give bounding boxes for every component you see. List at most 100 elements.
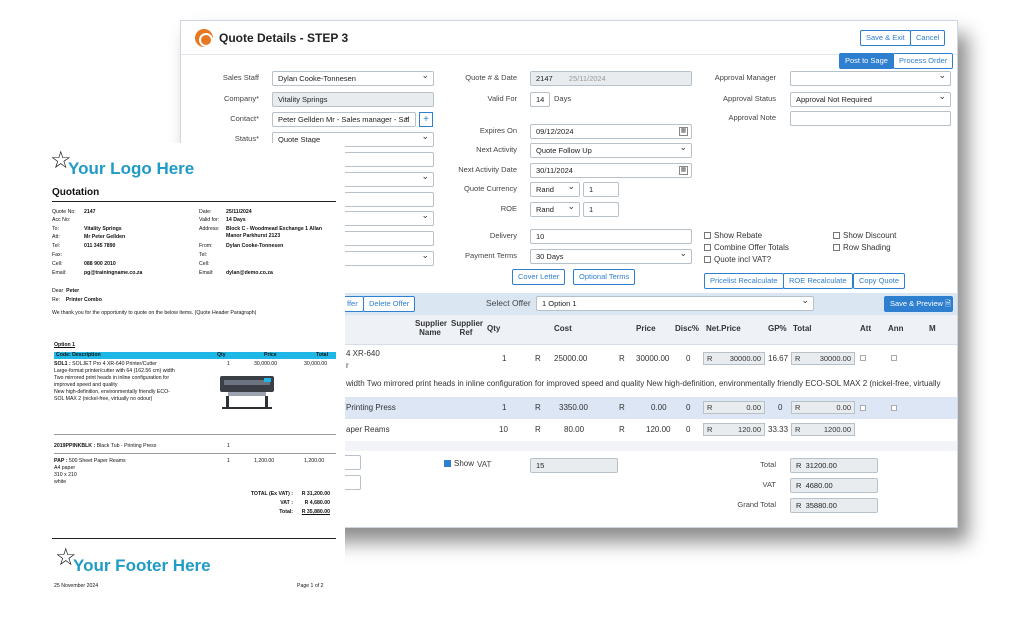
row-gp: 33.33 (768, 425, 789, 434)
document-icon: 🗎 (945, 299, 952, 308)
combine-offer-checkbox[interactable]: Combine Offer Totals (704, 243, 789, 252)
checkbox-icon[interactable] (833, 232, 840, 239)
currency-symbol: R (796, 481, 802, 490)
valid-for-label: Valid For (487, 94, 517, 103)
approval-status-select[interactable]: Approval Not Required (790, 92, 951, 107)
delete-offer-button[interactable]: Delete Offer (363, 296, 416, 312)
contact-select[interactable]: Peter Gellden Mr - Sales manager - Sal (272, 112, 416, 127)
pricelist-recalculate-button[interactable]: Pricelist Recalculate (704, 273, 784, 289)
info-label: Fax: (52, 252, 63, 258)
item-desc-line: New high-definition, environmentally fri… (54, 389, 170, 395)
show-rebate-checkbox[interactable]: Show Rebate (704, 231, 762, 240)
row-disc: 0 (686, 354, 691, 363)
item-desc-line: Large-format printer/cutter with 64 (162… (54, 368, 175, 374)
company-field[interactable]: Vitality Springs (272, 92, 434, 107)
save-preview-label: Save & Preview (890, 299, 943, 308)
attach-checkbox[interactable] (860, 405, 866, 411)
approval-manager-select[interactable] (790, 71, 951, 86)
divider (54, 453, 336, 454)
select-offer-select[interactable]: 1 Option 1 (536, 296, 814, 311)
window-header: Quote Details - STEP 3 Save & Exit Cance… (181, 21, 957, 55)
row-net-price: R 120.00 (703, 423, 765, 436)
vat-rate-field[interactable]: 15 (530, 458, 618, 473)
divider (52, 538, 336, 539)
checkbox-checked-icon[interactable] (444, 460, 451, 467)
checkbox-icon[interactable] (704, 244, 711, 251)
checkbox-icon[interactable] (704, 256, 711, 263)
post-to-sage-button[interactable]: Post to Sage (839, 53, 894, 69)
calendar-icon[interactable]: ▦ (679, 127, 688, 136)
info-value: Dylan Cooke-Tonnesen (226, 243, 284, 249)
valid-for-input[interactable]: 14 (530, 92, 550, 107)
intro-paragraph: We thank you for the opportunity to quot… (52, 310, 257, 316)
item-title: 500 Sheet Paper Reams (68, 458, 126, 464)
currency-symbol: R (796, 461, 802, 470)
info-label: Valid for: (199, 217, 220, 223)
row-disc: 0 (686, 425, 691, 434)
delivery-input[interactable]: 10 (530, 229, 692, 244)
cover-letter-button[interactable]: Cover Letter (512, 269, 566, 285)
total-value: 1200.00 (823, 425, 851, 434)
item-title: Black Tub - Printing Press (96, 443, 157, 449)
col-qty: Qty (487, 324, 501, 333)
show-vat-checkbox[interactable]: Show (444, 459, 474, 468)
window-title: Quote Details - STEP 3 (219, 31, 349, 45)
show-discount-label: Show Discount (843, 231, 897, 240)
checkbox-icon[interactable] (704, 232, 711, 239)
option-heading: Option 1 (54, 342, 76, 348)
annotate-checkbox[interactable] (891, 405, 897, 411)
save-exit-button[interactable]: Save & Exit (860, 30, 911, 46)
copy-quote-button[interactable]: Copy Quote (853, 273, 906, 289)
col-gp: GP% (768, 324, 787, 333)
optional-terms-button[interactable]: Optional Terms (573, 269, 636, 285)
currency-rate-input[interactable]: 1 (583, 182, 619, 197)
info-label: Cell: (199, 261, 210, 267)
company-logo-text: Your Logo Here (68, 159, 195, 178)
row-price-currency: R (619, 403, 625, 412)
app-logo-icon (195, 29, 213, 47)
calendar-icon[interactable]: ▦ (679, 166, 688, 175)
checkbox-icon[interactable] (833, 244, 840, 251)
sales-staff-select[interactable]: Dylan Cooke-Tonnesen (272, 71, 434, 86)
quote-incl-vat-checkbox[interactable]: Quote incl VAT? (704, 255, 771, 264)
expires-value: 09/12/2024 (536, 127, 574, 136)
col-code: Code: Description (56, 352, 101, 358)
approval-note-label: Approval Note (728, 113, 776, 122)
currency-select[interactable]: Rand (530, 182, 580, 197)
approval-manager-label: Approval Manager (714, 73, 776, 82)
row-shading-checkbox[interactable]: Row Shading (833, 243, 891, 252)
annotate-checkbox[interactable] (891, 355, 897, 361)
add-contact-icon[interactable]: + (419, 112, 433, 127)
info-value: Manor Parkhurst 2123 (226, 233, 281, 239)
roe-rate-input[interactable]: 1 (583, 202, 619, 217)
re-line: Re: Printer Combo (52, 297, 102, 304)
show-discount-checkbox[interactable]: Show Discount (833, 231, 896, 240)
col-net-price: Net.Price (706, 324, 741, 333)
row-description-2: r (346, 361, 349, 370)
info-label: Acc No: (52, 217, 71, 223)
cancel-button[interactable]: Cancel (910, 30, 946, 46)
next-activity-select[interactable]: Quote Follow Up (530, 143, 692, 158)
total-field: R 31200.00 (790, 458, 878, 473)
info-value: 088 900 2010 (84, 261, 116, 267)
col-total: Total (316, 352, 329, 358)
row-description: Printing Press (346, 403, 396, 412)
save-preview-button[interactable]: Save & Preview 🗎 (884, 296, 953, 312)
quote-incl-vat-label: Quote incl VAT? (714, 255, 772, 264)
expires-input[interactable]: 09/12/2024 ▦ (530, 124, 692, 139)
approval-status-label: Approval Status (723, 94, 776, 103)
item-qty: 1 (227, 458, 230, 464)
quote-date-label: Quote # & Date (465, 73, 517, 82)
show-rebate-label: Show Rebate (714, 231, 763, 240)
item-desc-line: A4 paper (54, 465, 76, 471)
roe-currency-select[interactable]: Rand (530, 202, 580, 217)
payment-terms-select[interactable]: 30 Days (530, 249, 692, 264)
next-activity-date-input[interactable]: 30/11/2024 ▦ (530, 163, 692, 178)
footer-date: 25 November 2024 (54, 583, 99, 589)
roe-recalculate-button[interactable]: ROE Recalculate (783, 273, 853, 289)
process-order-button[interactable]: Process Order (893, 53, 954, 69)
vat-label: VAT : (280, 500, 293, 506)
row-cost: 3350.00 (559, 403, 588, 412)
attach-checkbox[interactable] (860, 355, 866, 361)
approval-note-input[interactable] (790, 111, 951, 126)
